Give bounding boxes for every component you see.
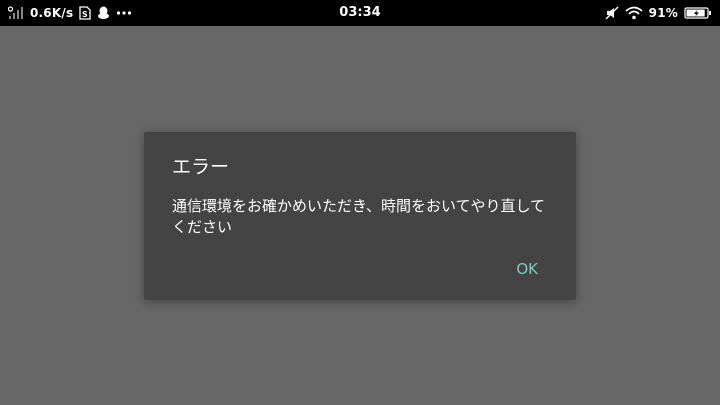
signal-icon [8,6,24,20]
more-dots-icon [116,6,132,20]
ok-button[interactable]: OK [512,258,542,280]
network-speed: 0.6K/s [30,6,74,20]
dialog-title: エラー [172,156,230,178]
sim-card-icon: S [79,6,91,20]
battery-percent: 91% [648,6,678,20]
status-bar-left: 0.6K/s S [8,0,132,26]
qq-penguin-icon [97,6,110,20]
status-bar: 0.6K/s S 03:34 91% [0,0,720,26]
error-dialog: エラー 通信環境をお確かめいただき、時間をおいてやり直してください OK [144,132,576,300]
wifi-icon [625,6,643,20]
battery-charging-icon [684,6,712,20]
status-bar-right: 91% [605,0,712,26]
svg-text:S: S [82,10,88,19]
mute-icon [605,6,619,20]
dialog-message: 通信環境をお確かめいただき、時間をおいてやり直してください [172,197,546,236]
